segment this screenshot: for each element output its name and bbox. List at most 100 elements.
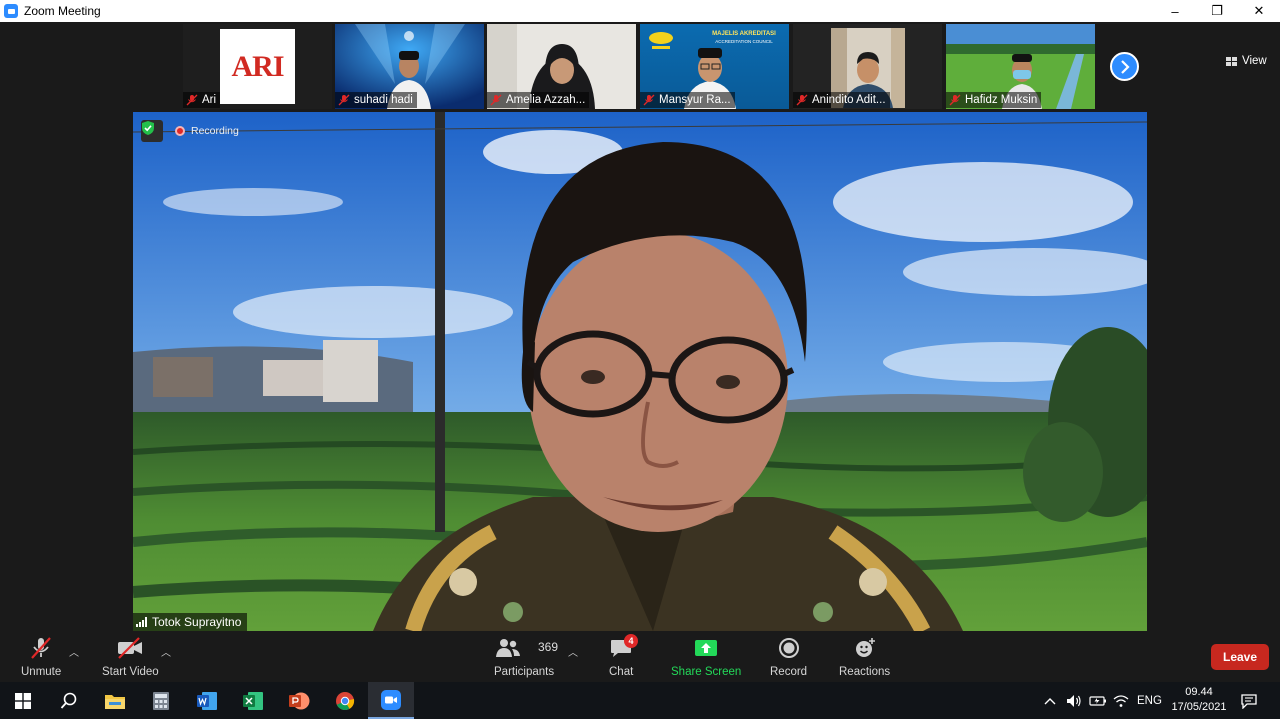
zoom-app: Zoom Meeting – ❐ ✕ ARI Ari suhadi hadi A…	[0, 0, 1280, 719]
start-button[interactable]	[0, 682, 46, 719]
share-screen-label: Share Screen	[671, 666, 742, 678]
taskbar-chrome[interactable]	[322, 682, 368, 719]
network-button[interactable]	[1113, 682, 1129, 719]
calculator-icon	[153, 691, 169, 710]
muted-mic-icon	[949, 94, 961, 106]
participant-name: Hafidz Muksin	[965, 94, 1038, 106]
taskbar-word[interactable]	[184, 682, 230, 719]
window-title: Zoom Meeting	[24, 4, 101, 18]
video-options-caret[interactable]: ︿	[161, 644, 171, 659]
input-language: ENG	[1137, 694, 1162, 707]
participant-name-bar: Hafidz Muksin	[946, 92, 1042, 108]
recording-badge: Recording	[141, 120, 239, 142]
active-speaker-video: Recording Totok Suprayitno	[133, 112, 1147, 631]
signal-strength-icon	[136, 617, 147, 627]
folder-icon	[105, 694, 125, 709]
taskbar-search-button[interactable]	[46, 682, 92, 719]
show-hidden-icons[interactable]	[1044, 682, 1056, 719]
participant-name-bar: Amelia Azzah...	[487, 92, 590, 108]
participant-name: Mansyur Ra...	[659, 94, 731, 106]
input-language-button[interactable]: ENG	[1137, 682, 1162, 719]
participants-count: 369	[538, 640, 559, 654]
next-page-button[interactable]	[1110, 52, 1139, 81]
muted-microphone-icon	[31, 637, 51, 659]
taskbar-file-explorer[interactable]	[92, 682, 138, 719]
muted-mic-icon	[186, 94, 198, 106]
participant-name: Amelia Azzah...	[506, 94, 586, 106]
reactions-label: Reactions	[839, 666, 891, 678]
participant-strip: ARI Ari suhadi hadi Amelia Azzah... MAJE…	[0, 22, 1280, 110]
grid-view-icon	[1226, 56, 1237, 66]
record-dot-icon	[175, 126, 185, 136]
powerpoint-icon	[289, 692, 310, 709]
participant-tile[interactable]: Amelia Azzah...	[487, 24, 636, 109]
start-video-button[interactable]: Start Video	[102, 636, 159, 678]
zoom-icon	[381, 689, 401, 710]
battery-button[interactable]	[1089, 682, 1107, 719]
volume-button[interactable]	[1066, 682, 1082, 719]
chevron-up-icon	[1044, 697, 1056, 704]
recording-indicator[interactable]: Recording	[175, 125, 239, 137]
restore-button[interactable]: ❐	[1196, 0, 1238, 22]
windows-taskbar: ENG 09.44 17/05/2021	[0, 682, 1280, 719]
ari-logo: ARI	[220, 29, 295, 104]
participant-tile[interactable]: suhadi hadi	[335, 24, 484, 109]
taskbar-excel[interactable]	[230, 682, 276, 719]
word-icon	[197, 691, 217, 710]
taskbar-powerpoint[interactable]	[276, 682, 322, 719]
chrome-icon	[336, 691, 355, 710]
participant-name: Ari	[202, 94, 217, 106]
zoom-logo-icon	[4, 4, 18, 18]
taskbar-zoom[interactable]	[368, 682, 414, 719]
participant-tile[interactable]: Hafidz Muksin	[946, 24, 1095, 109]
view-button[interactable]: View	[1226, 55, 1267, 67]
meeting-info-button[interactable]	[141, 120, 163, 142]
muted-mic-icon	[490, 94, 502, 106]
participant-tile[interactable]: MAJELIS AKREDITASI ACCREDITATION COUNCIL	[640, 24, 789, 109]
audio-options-caret[interactable]: ︿	[69, 644, 79, 659]
participants-icon	[496, 639, 521, 657]
clock-date: 17/05/2021	[1171, 701, 1227, 713]
emoji-smile-icon	[855, 638, 875, 657]
window-controls: – ❐ ✕	[1154, 0, 1280, 22]
record-icon	[778, 638, 799, 658]
notification-icon	[1241, 693, 1257, 709]
speaker-video-frame	[133, 112, 1147, 631]
participant-name: suhadi hadi	[354, 94, 413, 106]
participant-name-bar: suhadi hadi	[335, 92, 417, 108]
taskbar-calculator[interactable]	[138, 682, 184, 719]
video-off-icon	[118, 637, 143, 659]
search-icon	[60, 692, 77, 709]
share-screen-button[interactable]: Share Screen	[671, 636, 741, 678]
participants-options-caret[interactable]: ︿	[568, 644, 578, 659]
participant-tile[interactable]: ARI Ari	[183, 24, 332, 109]
leave-button[interactable]: Leave	[1211, 644, 1269, 670]
ari-logo-text: ARI	[231, 49, 284, 83]
chat-unread-badge: 4	[624, 634, 638, 648]
excel-icon	[243, 691, 263, 710]
wifi-icon	[1113, 694, 1129, 707]
chat-label: Chat	[609, 666, 634, 678]
record-label: Record	[770, 666, 808, 678]
unmute-label: Unmute	[21, 666, 62, 678]
record-button[interactable]: Record	[770, 636, 807, 678]
reactions-button[interactable]: Reactions	[839, 636, 890, 678]
close-button[interactable]: ✕	[1238, 0, 1280, 22]
view-label: View	[1242, 55, 1267, 67]
unmute-button[interactable]: Unmute	[21, 636, 61, 678]
taskbar-clock[interactable]: 09.44 17/05/2021	[1170, 685, 1228, 715]
participant-name-bar: Anindito Adit...	[793, 92, 890, 108]
muted-mic-icon	[796, 94, 808, 106]
speaker-volume-icon	[1067, 694, 1081, 707]
action-center-button[interactable]	[1240, 682, 1258, 719]
participant-tile[interactable]: Anindito Adit...	[793, 24, 942, 109]
participant-name: Anindito Adit...	[812, 94, 886, 106]
meeting-toolbar: Unmute ︿ Start Video ︿ Participants ︿ Ch…	[0, 632, 1280, 682]
clock-time: 09.44	[1185, 686, 1213, 698]
speaker-name: Totok Suprayitno	[152, 615, 242, 629]
windows-logo-icon	[15, 692, 31, 709]
minimize-button[interactable]: –	[1154, 0, 1196, 22]
participant-name-bar: Mansyur Ra...	[640, 92, 735, 108]
speaker-name-bar: Totok Suprayitno	[133, 613, 248, 631]
muted-mic-icon	[643, 94, 655, 106]
